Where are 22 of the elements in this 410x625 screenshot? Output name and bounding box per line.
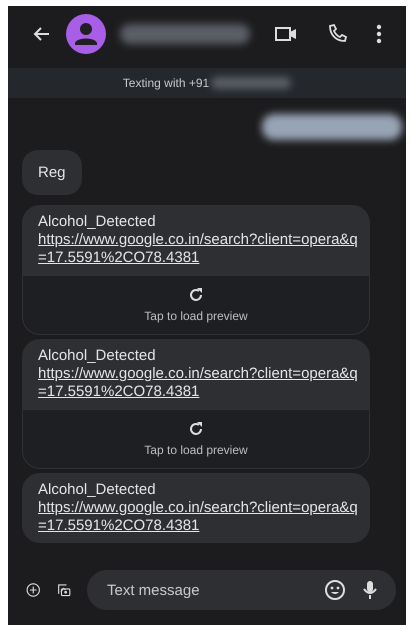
message-field[interactable]: Text message <box>87 570 396 610</box>
message-input[interactable]: Text message <box>105 580 308 600</box>
refresh-icon <box>188 287 204 303</box>
microphone-icon[interactable] <box>362 579 378 601</box>
message-link[interactable]: https://www.google.co.in/search?client=opera&q=17.5591%2CO78.4381 <box>38 231 360 267</box>
message-text: Alcohol_Detected <box>38 213 157 231</box>
video-call-icon[interactable] <box>274 25 298 43</box>
preview-label: Tap to load preview <box>144 443 248 457</box>
avatar-icon[interactable] <box>66 14 106 54</box>
preview-label: Tap to load preview <box>144 309 248 323</box>
more-options-icon[interactable] <box>376 24 382 44</box>
phone-icon[interactable] <box>326 23 348 45</box>
message-text: Alcohol_Detected <box>38 481 157 499</box>
message-link[interactable]: https://www.google.co.in/search?client=opera&q=17.5591%2CO78.4381 <box>38 499 360 535</box>
banner-text: Texting with +91 <box>122 76 210 90</box>
link-preview[interactable]: Tap to load preview <box>22 409 370 469</box>
refresh-icon <box>188 421 204 437</box>
message-text: Alcohol_Detected <box>38 347 157 365</box>
emoji-icon[interactable] <box>324 579 346 601</box>
link-preview[interactable]: Tap to load preview <box>22 275 370 335</box>
message-bubble: Reg <box>22 150 82 195</box>
message-link[interactable]: https://www.google.co.in/search?client=opera&q=17.5591%2CO78.4381 <box>38 365 360 401</box>
